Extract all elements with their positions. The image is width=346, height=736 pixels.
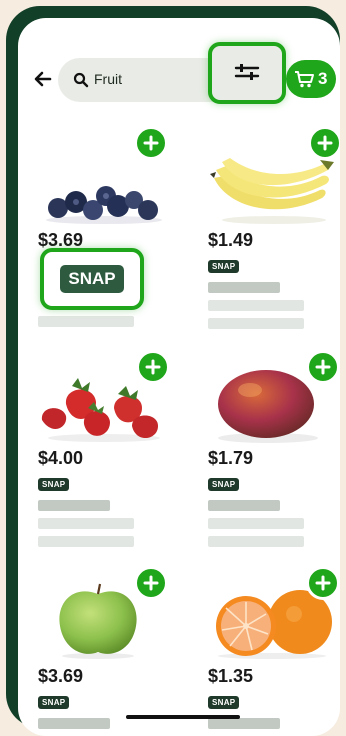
placeholder-line	[208, 518, 304, 529]
app-screen: Fruit 3 $3.69 SNAP $1.49 SNAP $4.00 SNAP…	[18, 18, 340, 736]
add-button[interactable]	[134, 566, 168, 600]
placeholder-line	[208, 500, 280, 511]
plus-icon	[317, 135, 333, 151]
snap-highlight-box[interactable]: SNAP	[40, 248, 144, 310]
add-button[interactable]	[306, 566, 340, 600]
plus-icon	[315, 359, 331, 375]
product-card-bananas[interactable]: $1.49 SNAP	[208, 148, 340, 348]
product-card-green-apple[interactable]: $3.69 SNAP	[38, 580, 170, 730]
filter-sliders-icon	[234, 64, 260, 80]
product-price: $1.49	[208, 230, 254, 250]
snap-badge: SNAP	[38, 696, 70, 709]
product-card-strawberries[interactable]: $4.00 SNAP	[38, 364, 170, 554]
placeholder-line	[38, 500, 110, 511]
cart-button[interactable]: 3	[286, 60, 336, 98]
plus-icon	[143, 135, 159, 151]
product-price: $1.35	[208, 666, 254, 686]
placeholder-line	[38, 718, 110, 729]
snap-badge: SNAP	[38, 478, 70, 491]
product-price: $3.69	[38, 666, 84, 686]
plus-icon	[145, 359, 161, 375]
search-input[interactable]: Fruit	[94, 71, 122, 87]
blueberries-image	[46, 186, 162, 224]
add-button[interactable]	[136, 350, 170, 384]
home-indicator[interactable]	[126, 715, 240, 719]
plus-icon	[315, 575, 331, 591]
add-button[interactable]	[306, 350, 340, 384]
snap-badge: SNAP	[208, 260, 240, 273]
snap-badge-large: SNAP	[60, 265, 124, 293]
add-button[interactable]	[134, 126, 168, 160]
filter-button[interactable]	[208, 42, 286, 104]
placeholder-line	[208, 536, 304, 547]
back-arrow-icon[interactable]	[32, 68, 54, 90]
product-price: $4.00	[38, 448, 84, 468]
bananas-image	[210, 158, 334, 224]
search-icon	[73, 72, 89, 88]
placeholder-line	[208, 718, 280, 729]
product-card-oranges[interactable]: $1.35 SNAP	[208, 580, 340, 730]
snap-badge: SNAP	[208, 478, 240, 491]
placeholder-line	[38, 518, 134, 529]
product-price: $1.79	[208, 448, 254, 468]
add-button[interactable]	[308, 126, 340, 160]
placeholder-line	[208, 282, 280, 293]
placeholder-line	[38, 536, 134, 547]
plus-icon	[143, 575, 159, 591]
product-card-mango[interactable]: $1.79 SNAP	[208, 364, 340, 554]
placeholder-line	[208, 300, 304, 311]
snap-badge: SNAP	[208, 696, 240, 709]
placeholder-line	[208, 318, 304, 329]
cart-count: 3	[318, 69, 328, 88]
cart-icon	[295, 71, 314, 88]
phone-frame: Fruit 3 $3.69 SNAP $1.49 SNAP $4.00 SNAP…	[6, 6, 340, 736]
placeholder-line	[38, 316, 134, 327]
